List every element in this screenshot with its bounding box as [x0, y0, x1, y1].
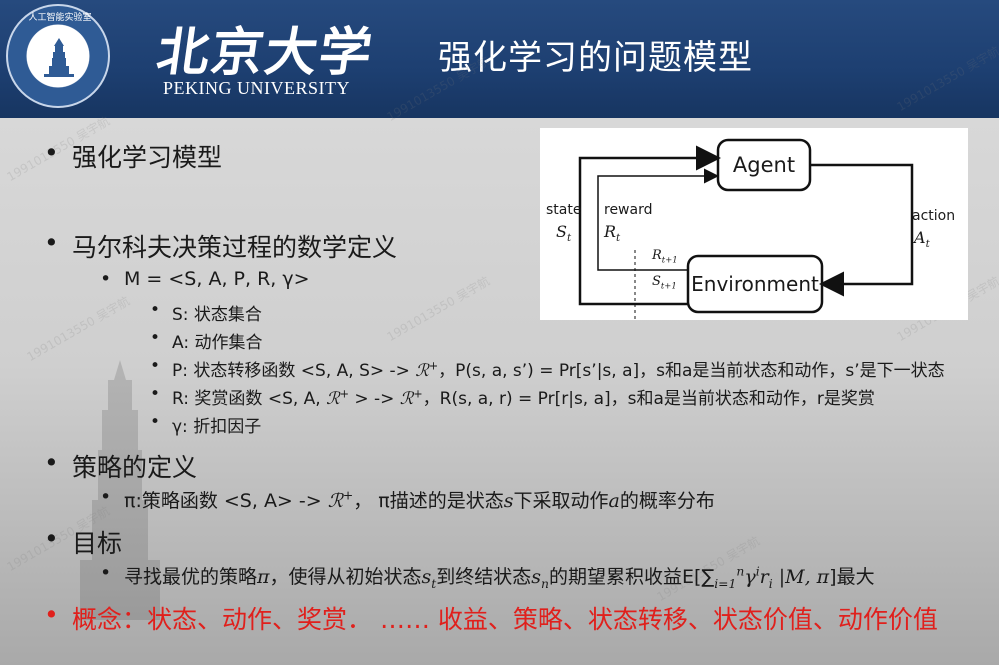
- state-symbol: St: [556, 222, 572, 245]
- university-name-cn: 北京大学: [153, 22, 378, 83]
- action-label: action: [912, 208, 956, 224]
- watermark: 1991013550 吴宇航: [384, 273, 493, 345]
- mdp-tuple: M = <S, A, P, R, γ>: [100, 268, 309, 290]
- bullet-concepts: 概念：状态、动作、奖赏． …… 收益、策略、状态转移、状态价值、动作价值: [44, 600, 938, 636]
- mdp-item-r: R: 奖赏函数 <S, A, ℛ+ > -> ℛ+，R(s, a, r) = P…: [150, 384, 875, 409]
- university-name-en: PEKING UNIVERSITY: [163, 78, 350, 98]
- reward-label: reward: [604, 202, 653, 218]
- pagoda-icon: [44, 38, 74, 77]
- mdp-item-p: P: 状态转移函数 <S, A, S> -> ℛ+，P(s, a, s’) = …: [150, 356, 945, 381]
- next-reward-symbol: Rt+1: [652, 248, 678, 265]
- mdp-item-a: A: 动作集合: [150, 328, 263, 353]
- mdp-item-s: S: 状态集合: [150, 300, 262, 325]
- environment-label: Environment: [691, 272, 819, 296]
- seal-text: 人工智能实验室: [28, 13, 92, 23]
- goal-description: 寻找最优的策略π，使得从初始状态st到终结状态sn的期望累积收益E[∑i=1nγ…: [100, 562, 875, 591]
- agent-environment-diagram: Agent Environment state St reward Rt act…: [540, 128, 968, 320]
- header-bar: 人工智能实验室 北京大学 PEKING UNIVERSITY 强化学习的问题模型: [0, 0, 999, 118]
- state-label: state: [546, 202, 582, 218]
- agent-label: Agent: [732, 153, 796, 177]
- bullet-policy-definition: 策略的定义: [44, 448, 197, 484]
- bullet-rl-model: 强化学习模型: [44, 138, 222, 174]
- university-seal-logo: 人工智能实验室: [6, 4, 110, 108]
- watermark: 1991013550 吴宇航: [24, 293, 133, 365]
- policy-function: π:策略函数 <S, A> -> ℛ+， π描述的是状态s下采取动作a的概率分布: [100, 486, 715, 513]
- slide-title: 强化学习的问题模型: [438, 38, 753, 78]
- bullet-goal: 目标: [44, 524, 122, 560]
- mdp-item-gamma: γ: 折扣因子: [150, 412, 261, 437]
- next-state-symbol: St+1: [652, 274, 677, 291]
- reward-symbol: Rt: [604, 222, 621, 245]
- action-arrow: [810, 163, 914, 297]
- action-symbol: At: [914, 228, 930, 251]
- bullet-mdp-definition: 马尔科夫决策过程的数学定义: [44, 228, 397, 264]
